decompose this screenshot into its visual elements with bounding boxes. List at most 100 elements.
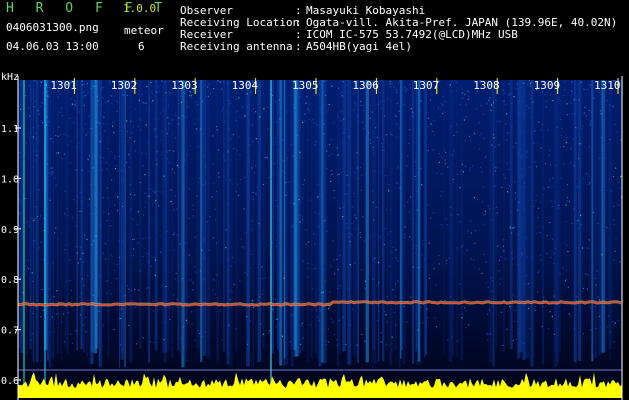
noise-speckle [190,95,192,97]
spectrum-streak [35,80,39,362]
noise-speckle [406,321,408,323]
noise-speckle [396,102,398,104]
noise-speckle [371,111,373,113]
noise-speckle [28,225,30,227]
noise-speckle [223,175,225,177]
antenna-value: A504HB(yagi 4el) [306,40,412,53]
noise-speckle [578,83,580,85]
spectrum-streak [394,80,397,351]
noise-speckle [41,102,43,104]
noise-speckle [34,240,36,242]
noise-speckle [566,199,568,202]
noise-speckle [412,266,414,268]
noise-speckle [199,270,201,272]
noise-speckle [136,223,139,225]
noise-speckle [470,140,472,142]
noise-speckle [428,242,430,244]
noise-speckle [396,123,398,125]
noise-speckle [339,207,341,209]
noise-speckle [204,237,206,239]
noise-speckle [607,326,609,328]
noise-speckle [486,332,488,334]
noise-speckle [153,256,155,258]
noise-speckle [493,100,495,102]
noise-speckle [200,99,202,101]
noise-speckle [67,215,69,217]
noise-speckle [308,103,310,106]
noise-speckle [389,86,391,88]
noise-speckle [360,236,362,238]
noise-speckle [102,122,104,125]
noise-speckle [557,207,560,209]
noise-speckle [217,80,219,82]
noise-speckle [553,295,555,297]
noise-speckle [239,179,242,181]
noise-speckle [126,94,128,96]
noise-speckle [154,191,156,193]
noise-speckle [461,317,463,319]
noise-speckle [102,97,104,99]
noise-speckle [97,309,99,311]
noise-speckle [154,128,156,130]
noise-speckle [32,106,34,108]
spectrum-streak [56,80,59,354]
noise-speckle [180,95,182,97]
noise-speckle [91,257,93,259]
noise-speckle [610,190,612,192]
noise-speckle [551,206,553,208]
noise-speckle [363,240,366,242]
noise-speckle [134,194,136,196]
noise-speckle [137,289,140,291]
noise-speckle [163,339,165,341]
noise-speckle [445,151,447,153]
noise-speckle [567,286,569,288]
noise-speckle [140,129,142,131]
noise-speckle [233,283,235,285]
noise-speckle [553,252,555,254]
noise-speckle [276,326,278,328]
noise-speckle [338,173,340,175]
noise-speckle [581,247,584,249]
noise-speckle [31,217,33,219]
noise-speckle [439,116,441,118]
noise-speckle [505,123,507,125]
noise-speckle [453,299,455,301]
noise-speckle [585,273,587,275]
noise-speckle [88,116,90,118]
noise-speckle [75,169,77,171]
noise-speckle [410,217,412,219]
noise-speckle [421,322,423,324]
noise-speckle [491,219,493,221]
noise-speckle [108,80,110,82]
spectrum-streak [26,80,28,355]
noise-speckle [556,126,558,128]
noise-speckle [319,194,321,196]
noise-speckle [585,115,587,117]
noise-speckle [337,116,339,118]
noise-speckle [109,151,112,153]
noise-speckle [27,259,29,261]
noise-speckle [440,156,442,158]
noise-speckle [64,249,66,251]
noise-speckle [228,99,230,102]
noise-speckle [171,119,173,121]
noise-speckle [490,277,492,279]
antenna-label: Receiving antenna [180,40,293,53]
noise-speckle [554,247,556,249]
noise-speckle [99,224,101,226]
noise-speckle [215,242,217,244]
noise-speckle [302,337,304,339]
noise-speckle [240,238,242,240]
noise-speckle [479,148,481,150]
noise-speckle [182,158,184,160]
noise-speckle [281,197,283,199]
noise-speckle [452,181,454,183]
noise-speckle [342,132,344,134]
noise-speckle [522,82,525,84]
noise-speckle [34,160,36,162]
noise-speckle [150,188,152,190]
noise-speckle [28,107,30,109]
noise-speckle [55,177,57,179]
noise-speckle [90,247,92,249]
noise-speckle [173,209,175,211]
